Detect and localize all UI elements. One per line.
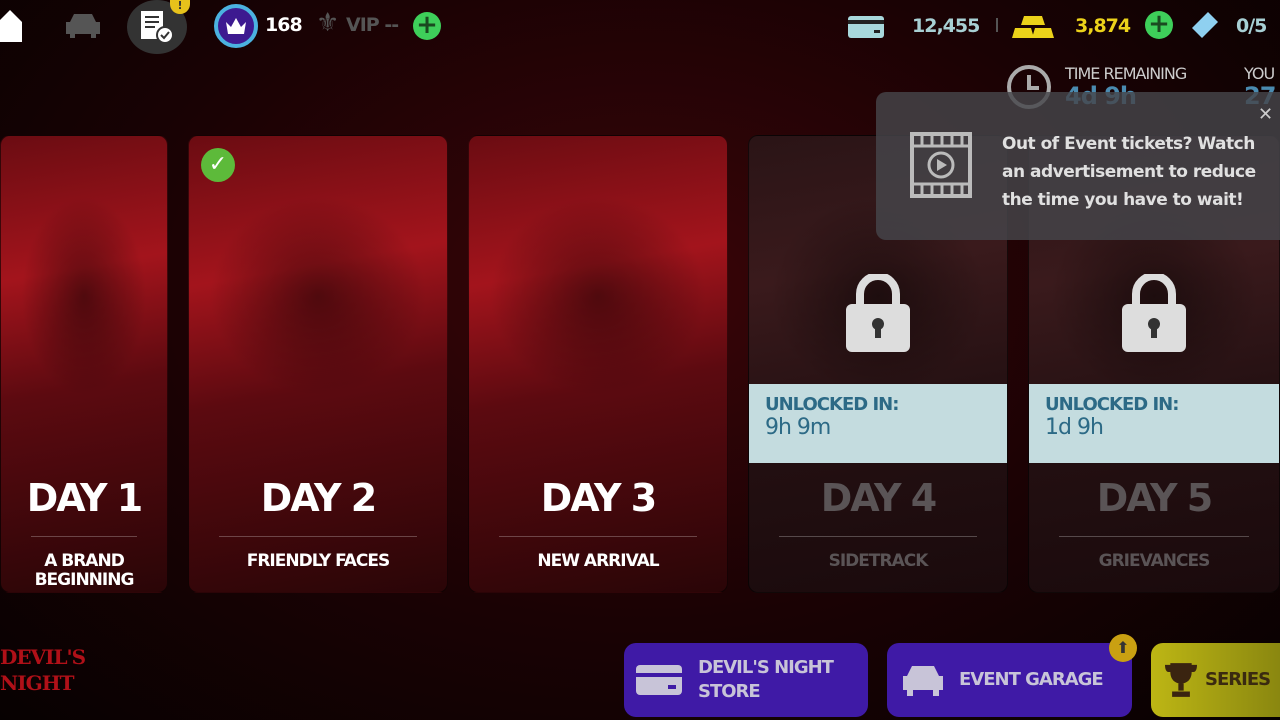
series-label: SERIES (1205, 669, 1271, 690)
car-icon (903, 666, 943, 696)
event-garage-button[interactable]: EVENT GARAGE (887, 643, 1132, 717)
store-button[interactable]: DEVIL'S NIGHT STORE (624, 643, 868, 717)
day-card-2[interactable]: ✓ DAY 2 FRIENDLY FACES (188, 135, 448, 593)
crown-icon (226, 18, 246, 34)
day-card-3[interactable]: DAY 3 NEW ARRIVAL (468, 135, 728, 593)
completed-check-icon: ✓ (201, 148, 235, 182)
fleur-icon: ⚜ (316, 8, 340, 38)
ad-tooltip-text: Out of Event tickets? Watch an advertise… (1002, 134, 1256, 210)
day-number: DAY 5 (1096, 476, 1214, 520)
ticket-icon (1192, 12, 1218, 38)
top-bar: ! 168 ⚜ VIP -- + 12,455 3,874 + 0/5 (0, 0, 1280, 56)
day-title: A BRAND BEGINNING (34, 551, 135, 590)
day-number: DAY 4 (820, 476, 938, 520)
alert-badge: ! (170, 0, 190, 14)
home-icon[interactable] (0, 6, 24, 42)
day-title: NEW ARRIVAL (537, 551, 659, 571)
day-title: FRIENDLY FACES (246, 551, 391, 571)
cash-icon (848, 16, 884, 38)
day-title: SIDETRACK (828, 551, 929, 571)
car-artwork (489, 196, 707, 396)
gold-value: 3,874 (1075, 15, 1131, 37)
day-number: DAY 3 (540, 476, 658, 520)
lock-icon (1122, 274, 1186, 352)
vip-add-button[interactable]: + (413, 12, 441, 40)
vip-status: VIP -- (346, 14, 399, 36)
divider (779, 536, 977, 537)
devils-night-logo: DEVIL'S NIGHT (0, 645, 86, 695)
divider (31, 536, 137, 537)
series-button[interactable]: SERIES (1151, 643, 1280, 717)
day-card-1[interactable]: DAY 1 A BRAND BEGINNING (0, 135, 168, 593)
unlock-time: 9h 9m (765, 415, 831, 440)
close-icon[interactable]: ✕ (1258, 104, 1273, 125)
ad-tooltip[interactable]: Out of Event tickets? Watch an advertise… (876, 92, 1280, 240)
tickets-value: 0/5 (1236, 15, 1267, 37)
level-badge[interactable] (214, 4, 258, 48)
unlock-label: UNLOCKED IN: (1045, 394, 1179, 415)
store-label-1: DEVIL'S NIGHT (698, 657, 834, 678)
car-artwork (21, 196, 147, 396)
unlock-time: 1d 9h (1045, 415, 1104, 440)
card-icon (636, 665, 682, 695)
cash-value: 12,455 (912, 15, 980, 37)
divider (996, 18, 998, 32)
unlock-banner: UNLOCKED IN: 9h 9m (749, 384, 1007, 463)
gold-icon (1012, 16, 1054, 38)
level-value: 168 (265, 14, 303, 36)
divider (219, 536, 417, 537)
checklist-icon (141, 11, 173, 43)
day-title: GRIEVANCES (1098, 551, 1211, 571)
trophy-icon (1165, 663, 1197, 697)
gold-add-button[interactable]: + (1145, 11, 1173, 39)
car-artwork (209, 196, 427, 396)
divider (1059, 536, 1249, 537)
store-label-2: STORE (698, 681, 761, 702)
time-remaining-label: TIME REMAINING (1065, 64, 1187, 83)
event-garage-label: EVENT GARAGE (959, 669, 1104, 690)
divider (499, 536, 697, 537)
unlock-label: UNLOCKED IN: (765, 394, 899, 415)
unlock-banner: UNLOCKED IN: 1d 9h (1029, 384, 1279, 463)
car-icon[interactable] (66, 12, 100, 38)
upgrade-arrow-icon: ⬆ (1109, 634, 1137, 662)
video-ad-icon (910, 132, 972, 198)
day-number: DAY 2 (260, 476, 378, 520)
day-number: DAY 1 (26, 476, 144, 520)
lock-icon (846, 274, 910, 352)
you-label: YOU (1244, 64, 1275, 83)
